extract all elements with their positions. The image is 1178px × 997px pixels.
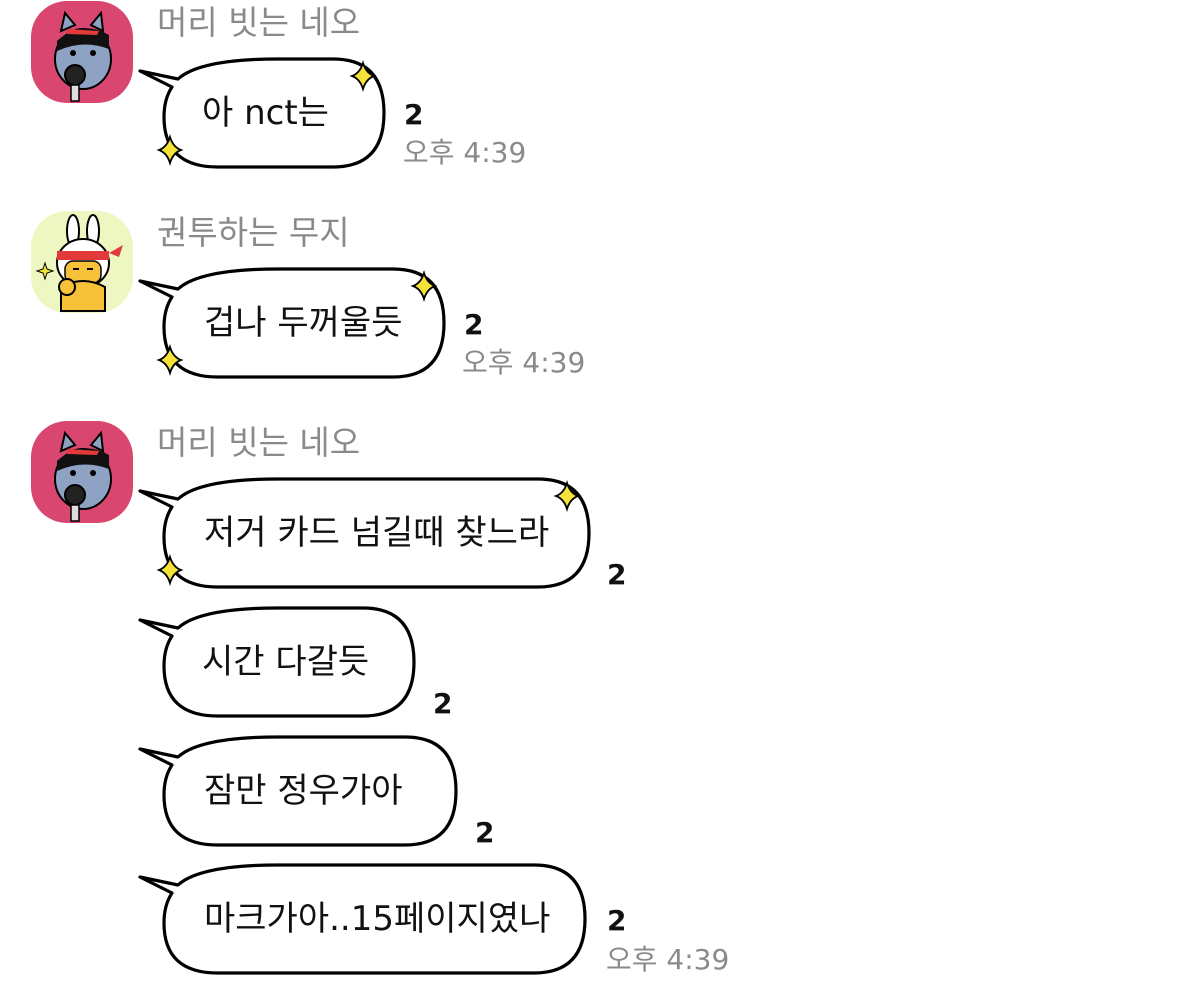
neo-cat-emoticon-icon: [31, 1, 133, 103]
unread-count: 2: [464, 308, 484, 341]
message-bubble[interactable]: 저거 카드 넘길때 찾느라: [138, 475, 593, 591]
sender-name: 머리 빗는 네오: [157, 3, 361, 42]
message-time: 오후 4:39: [403, 136, 527, 169]
message-text: 마크가아..15페이지였나: [204, 899, 551, 939]
message-time: 오후 4:39: [462, 346, 586, 379]
message-text: 겁나 두꺼울듯: [204, 303, 403, 343]
message-text: 저거 카드 넘길때 찾느라: [204, 513, 550, 553]
sender-name: 머리 빗는 네오: [157, 423, 361, 462]
message-bubble[interactable]: 아 nct는: [138, 55, 388, 171]
sender-name: 권투하는 무지: [157, 213, 350, 252]
unread-count: 2: [475, 816, 495, 849]
message-bubble[interactable]: 마크가아..15페이지였나: [138, 861, 589, 977]
muzi-rabbit-emoticon-icon: [31, 211, 133, 313]
message-time: 오후 4:39: [606, 943, 730, 976]
message-bubble[interactable]: 시간 다갈듯: [138, 604, 418, 720]
sender-avatar[interactable]: [31, 211, 133, 313]
unread-count: 2: [607, 904, 627, 937]
message-text: 잠만 정우가아: [204, 771, 403, 811]
unread-count: 2: [433, 687, 453, 720]
message-text: 아 nct는: [202, 93, 329, 133]
sender-avatar[interactable]: [31, 1, 133, 103]
sender-avatar[interactable]: [31, 421, 133, 523]
neo-cat-emoticon-icon: [31, 421, 133, 523]
chat-transcript: 머리 빗는 네오 아 nct는 2 오후 4:39 권투하는 무지 겁나 두꺼울…: [0, 0, 1178, 997]
message-bubble[interactable]: 잠만 정우가아: [138, 733, 460, 849]
unread-count: 2: [404, 98, 424, 131]
unread-count: 2: [607, 558, 627, 591]
message-text: 시간 다갈듯: [202, 642, 370, 682]
message-bubble[interactable]: 겁나 두꺼울듯: [138, 265, 448, 381]
